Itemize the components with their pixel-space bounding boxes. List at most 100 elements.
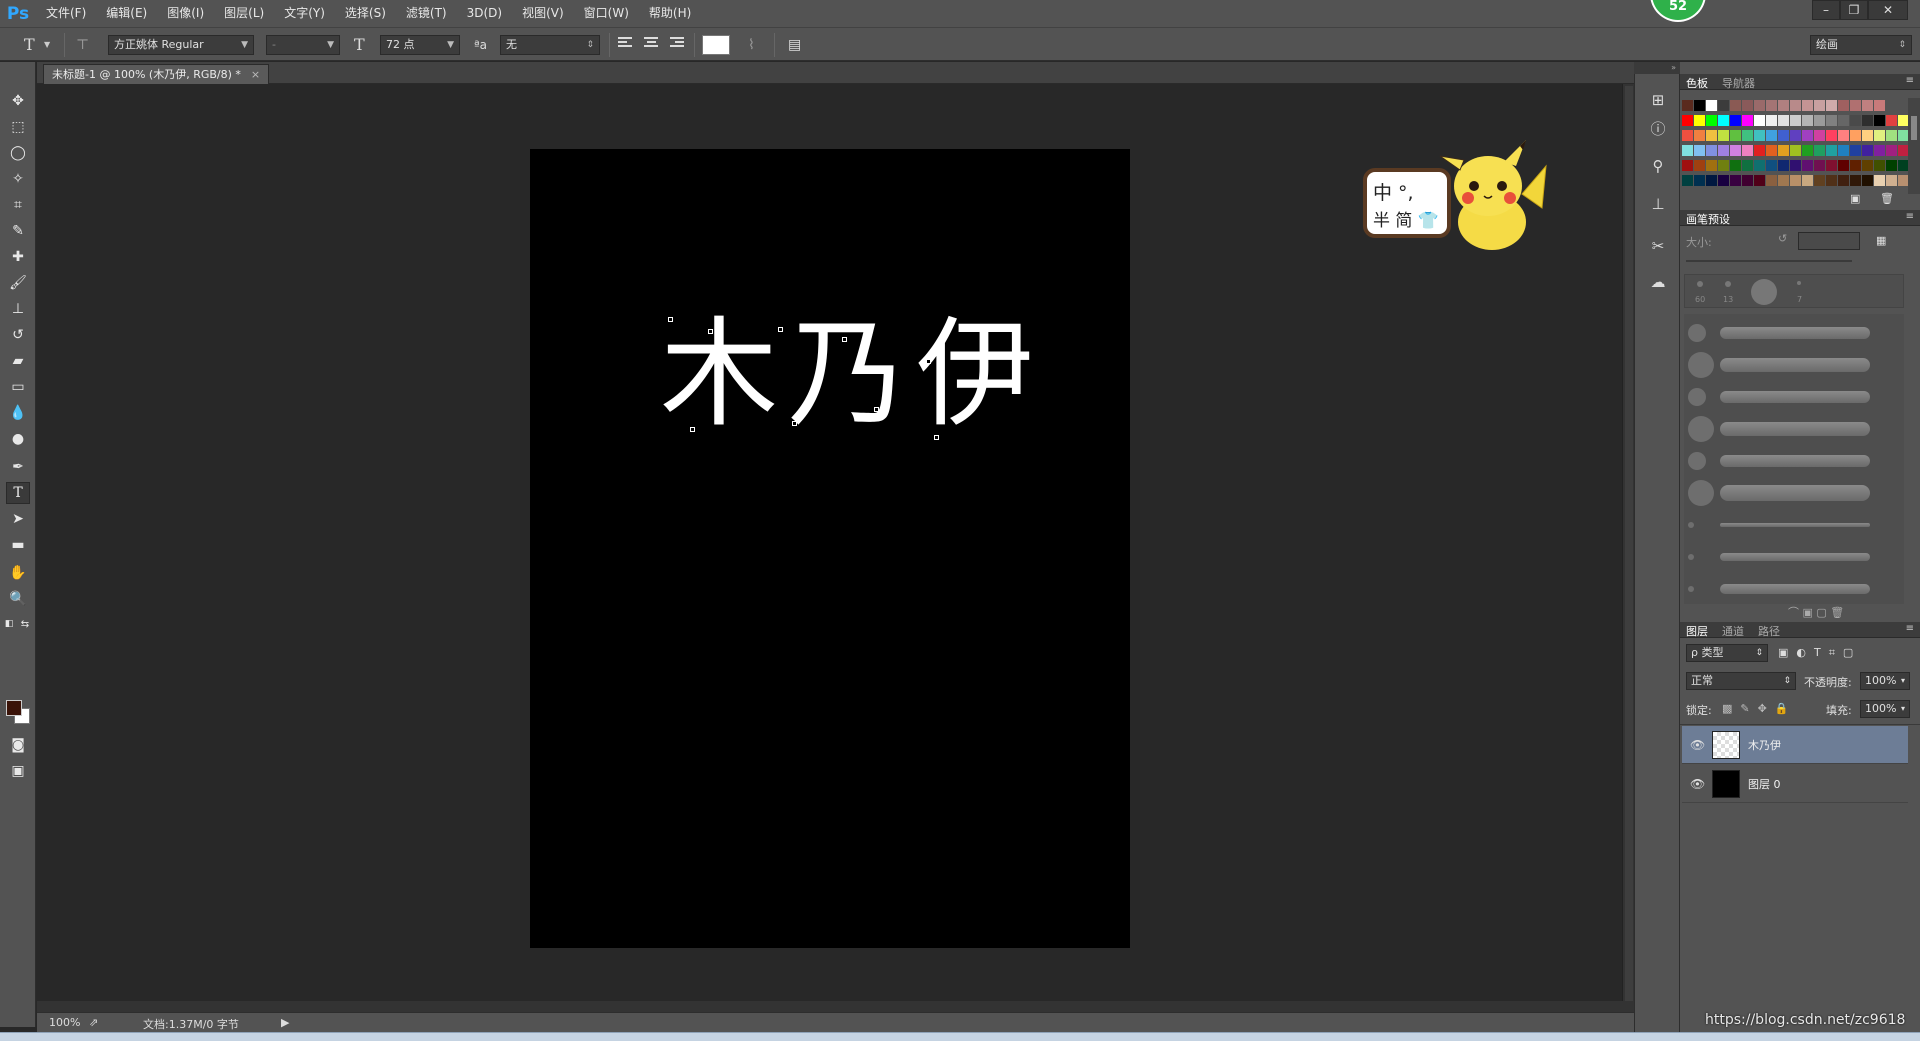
status-menu-arrow-icon[interactable]: ▶ — [281, 1016, 289, 1029]
color-swatch[interactable] — [1838, 160, 1849, 171]
dodge-tool-icon[interactable]: ● — [6, 428, 30, 450]
history-brush-tool-icon[interactable]: ↺ — [6, 324, 30, 346]
color-swatch[interactable] — [1778, 100, 1789, 111]
brush-preset[interactable] — [1684, 512, 1904, 538]
color-swatch[interactable] — [1766, 115, 1777, 126]
color-swatch[interactable] — [1754, 100, 1765, 111]
rectangle-tool-icon[interactable]: ▬ — [6, 534, 30, 556]
color-swatch[interactable] — [1766, 130, 1777, 141]
clone-source-icon[interactable]: ⊥ — [1645, 192, 1671, 216]
opacity-input[interactable]: 100% ▾ — [1860, 672, 1910, 690]
document-tab[interactable]: 未标题-1 @ 100% (木乃伊, RGB/8) * × — [43, 64, 270, 84]
color-swatch[interactable] — [1802, 100, 1813, 111]
brush-preset[interactable] — [1684, 576, 1904, 602]
color-swatch[interactable] — [1694, 115, 1705, 126]
color-swatch[interactable] — [1814, 145, 1825, 156]
tab-brush-presets[interactable]: 画笔预设 — [1686, 211, 1730, 227]
swatch-grid[interactable] — [1680, 98, 1909, 192]
color-swatch[interactable] — [1730, 130, 1741, 141]
warp-text-icon[interactable]: ⌇ — [748, 35, 755, 55]
path-anchor[interactable] — [668, 317, 673, 322]
color-swatch[interactable] — [1814, 100, 1825, 111]
default-colors-icon[interactable]: ◧ — [2, 618, 16, 630]
notification-badge[interactable]: 52 — [1650, 0, 1706, 22]
chevron-down-icon[interactable]: ▼ — [44, 35, 50, 55]
menu-3d[interactable]: 3D(D) — [457, 0, 512, 27]
document-canvas[interactable]: 木乃伊 — [530, 149, 1130, 948]
color-swatch[interactable] — [1826, 175, 1837, 186]
color-swatch[interactable] — [1706, 100, 1717, 111]
menu-layer[interactable]: 图层(L) — [214, 0, 274, 27]
close-button[interactable]: ✕ — [1868, 0, 1908, 20]
brush-options-icons[interactable]: ⌒ ▣ ▢ 🗑 — [1788, 604, 1844, 620]
color-swatch[interactable] — [1706, 160, 1717, 171]
color-swatch[interactable] — [1778, 175, 1789, 186]
color-swatch[interactable] — [1754, 115, 1765, 126]
color-swatch[interactable] — [1826, 160, 1837, 171]
color-swatch[interactable] — [1802, 145, 1813, 156]
text-layer-content[interactable]: 木乃伊 — [660, 304, 1034, 444]
path-selection-tool-icon[interactable]: ➤ — [6, 508, 30, 530]
color-swatch[interactable] — [1682, 115, 1693, 126]
brush-preset[interactable] — [1684, 416, 1904, 442]
color-swatch[interactable] — [1826, 145, 1837, 156]
color-swatch[interactable] — [1850, 145, 1861, 156]
color-swatch[interactable] — [1862, 175, 1873, 186]
color-swatch[interactable] — [1682, 130, 1693, 141]
marquee-tool-icon[interactable]: ⬚ — [6, 116, 30, 138]
path-anchor[interactable] — [874, 407, 879, 412]
color-swatch[interactable] — [1862, 160, 1873, 171]
dock-collapse-icon[interactable]: » — [1634, 62, 1680, 74]
color-swatch[interactable] — [1886, 175, 1897, 186]
color-swatch[interactable] — [1862, 130, 1873, 141]
eraser-tool-icon[interactable]: ▰ — [6, 350, 30, 372]
color-swatch[interactable] — [1790, 175, 1801, 186]
color-swatch[interactable] — [1838, 115, 1849, 126]
color-swatch[interactable] — [1730, 175, 1741, 186]
brush-preset[interactable] — [1684, 352, 1904, 378]
color-swatch[interactable] — [1754, 145, 1765, 156]
color-swatch[interactable] — [1838, 100, 1849, 111]
blend-mode-select[interactable]: 正常 ⇕ — [1686, 672, 1796, 690]
color-swatch[interactable] — [1730, 100, 1741, 111]
color-swatch[interactable] — [1754, 130, 1765, 141]
color-swatch[interactable] — [1814, 130, 1825, 141]
lasso-tool-icon[interactable]: ◯ — [6, 142, 30, 164]
restore-button[interactable]: ❐ — [1840, 0, 1868, 20]
path-anchor[interactable] — [842, 337, 847, 342]
path-anchor[interactable] — [778, 327, 783, 332]
gradient-tool-icon[interactable]: ▭ — [6, 376, 30, 398]
color-swatch[interactable] — [1706, 115, 1717, 126]
color-swatch[interactable] — [1730, 145, 1741, 156]
panel-menu-icon[interactable]: ≡ — [1906, 75, 1914, 86]
menu-select[interactable]: 选择(S) — [335, 0, 396, 27]
color-swatch[interactable] — [1874, 115, 1885, 126]
color-swatch[interactable] — [1706, 145, 1717, 156]
color-swatch[interactable] — [1886, 130, 1897, 141]
color-swatch[interactable] — [1838, 175, 1849, 186]
menu-image[interactable]: 图像(I) — [157, 0, 214, 27]
horizontal-scrollbar[interactable] — [37, 1001, 1634, 1012]
zoom-level[interactable]: 100% — [49, 1016, 80, 1029]
zoom-tool-icon[interactable]: 🔍 — [6, 588, 30, 610]
color-swatch[interactable] — [1766, 175, 1777, 186]
color-swatch[interactable] — [1886, 145, 1897, 156]
brush-list[interactable] — [1684, 314, 1904, 604]
color-swatch[interactable] — [1826, 115, 1837, 126]
screen-mode-icon[interactable]: ▣ — [6, 760, 30, 782]
path-anchor[interactable] — [934, 435, 939, 440]
color-swatch[interactable] — [1838, 130, 1849, 141]
color-swatch[interactable] — [1718, 115, 1729, 126]
path-anchor[interactable] — [690, 427, 695, 432]
healing-brush-tool-icon[interactable]: ✚ — [6, 246, 30, 268]
blur-tool-icon[interactable]: 💧 — [6, 402, 30, 424]
color-swatch[interactable] — [1742, 160, 1753, 171]
lock-icons[interactable]: ▩✎✥🔒 — [1722, 702, 1797, 715]
tab-navigator[interactable]: 导航器 — [1722, 75, 1755, 91]
close-tab-icon[interactable]: × — [251, 68, 260, 81]
font-style-select[interactable]: - ▼ — [266, 35, 340, 55]
color-swatch[interactable] — [1754, 175, 1765, 186]
color-swatch[interactable] — [1718, 130, 1729, 141]
visibility-eye-icon[interactable]: 👁 — [1690, 738, 1705, 752]
color-swatch[interactable] — [1682, 175, 1693, 186]
